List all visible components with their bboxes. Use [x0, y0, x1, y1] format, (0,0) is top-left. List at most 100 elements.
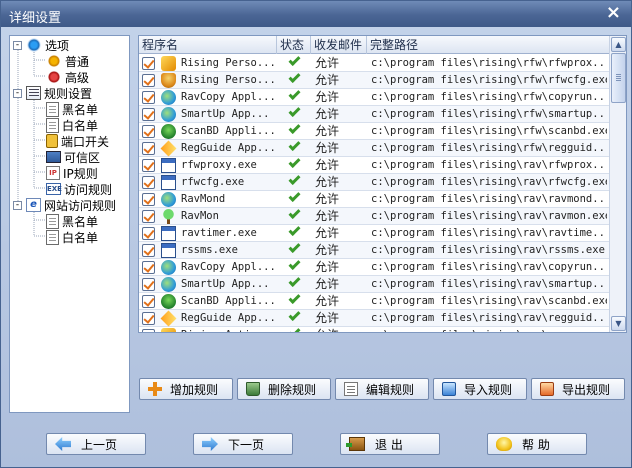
help-button[interactable]: 帮 助	[487, 433, 587, 455]
path-cell: c:\program files\rising\rav\scanbd.exe	[371, 295, 607, 307]
tree-item[interactable]: IP IP规则	[46, 165, 98, 181]
row-checkbox[interactable]	[142, 278, 155, 291]
status-check-icon	[288, 291, 301, 305]
table-row[interactable]: ravtimer.exe 允许 c:\program files\rising\ra…	[139, 223, 609, 242]
table-row[interactable]: SmartUp App... 允许 c:\program files\rising\…	[139, 104, 609, 123]
row-checkbox[interactable]	[142, 57, 155, 70]
window-icon	[161, 243, 176, 258]
status-check-icon	[288, 155, 301, 169]
scroll-thumb[interactable]	[611, 53, 626, 103]
tree-item[interactable]: 白名单	[46, 229, 98, 245]
tree-item-label: 白名单	[62, 118, 99, 133]
tree-item[interactable]: 普通	[46, 53, 89, 69]
path-cell: c:\program files\rising\rfw\smartup....	[371, 108, 607, 120]
row-checkbox[interactable]	[142, 193, 155, 206]
tree-collapse-icon[interactable]: -	[13, 41, 22, 50]
export-rule-button[interactable]: 导出规则	[531, 378, 625, 400]
column-header-program[interactable]: 程序名	[139, 36, 277, 54]
table-row[interactable]: RegGuide App... 允许 c:\program files\rising…	[139, 138, 609, 157]
tree-item-label: 选项	[45, 38, 70, 53]
row-checkbox[interactable]	[142, 312, 155, 325]
tree-item[interactable]: 黑名单	[46, 101, 98, 117]
import-rule-label: 导入规则	[464, 382, 513, 397]
row-checkbox[interactable]	[142, 142, 155, 155]
scroll-down-icon[interactable]: ▼	[611, 316, 626, 331]
next-page-button[interactable]: 下一页	[193, 433, 293, 455]
exit-label: 退 出	[375, 437, 403, 452]
green-shield-icon	[161, 294, 176, 309]
table-row[interactable]: RavCopy Appl... 允许 c:\program files\rising…	[139, 87, 609, 106]
add-rule-label: 增加规则	[170, 382, 219, 397]
row-checkbox[interactable]	[142, 125, 155, 138]
tree-item-label: 规则设置	[44, 86, 93, 101]
tree-item[interactable]: 选项	[26, 37, 69, 53]
row-checkbox[interactable]	[142, 159, 155, 172]
column-header-path[interactable]: 完整路径	[367, 36, 609, 54]
program-name-cell: RegGuide App...	[181, 142, 275, 154]
tree-item[interactable]: 黑名单	[46, 213, 98, 229]
table-row[interactable]: Rising Perso... 允许 c:\program files\rising…	[139, 53, 609, 72]
tree-item-label: 网站访问规则	[44, 198, 117, 213]
table-header: 程序名 状态 收发邮件 完整路径	[139, 36, 609, 54]
tree-item[interactable]: 可信区	[46, 149, 100, 165]
globe-icon	[161, 192, 176, 207]
next-page-label: 下一页	[228, 437, 265, 452]
status-check-icon	[288, 325, 301, 332]
table-row[interactable]: Rising Perso... 允许 c:\program files\rising…	[139, 70, 609, 89]
arrow-right-icon	[202, 437, 218, 451]
tree-item[interactable]: EXE 访问规则	[46, 181, 112, 197]
program-name-cell: Rising Perso...	[181, 57, 275, 69]
document-icon	[46, 101, 59, 117]
tree-collapse-icon[interactable]: -	[13, 201, 22, 210]
vertical-scrollbar[interactable]: ▲ ▼	[609, 36, 626, 332]
window-icon	[161, 175, 176, 190]
green-shield-icon	[161, 124, 176, 139]
row-checkbox[interactable]	[142, 210, 155, 223]
tree-collapse-icon[interactable]: -	[13, 89, 22, 98]
program-name-cell: Rising Perso...	[181, 74, 275, 86]
table-row[interactable]: RegGuide App... 允许 c:\program files\rising…	[139, 308, 609, 327]
table-row[interactable]: ScanBD Appli... 允许 c:\program files\rising…	[139, 121, 609, 140]
row-checkbox[interactable]	[142, 108, 155, 121]
table-row[interactable]: rfwcfg.exe 允许 c:\program files\rising\rav\…	[139, 172, 609, 191]
row-checkbox[interactable]	[142, 295, 155, 308]
row-checkbox[interactable]	[142, 74, 155, 87]
tree-item[interactable]: e 网站访问规则	[26, 197, 116, 213]
status-check-icon	[288, 274, 301, 288]
column-header-mail[interactable]: 收发邮件	[311, 36, 367, 54]
table-row[interactable]: RavCopy Appl... 允许 c:\program files\rising…	[139, 257, 609, 276]
export-icon	[540, 382, 554, 396]
tree-item[interactable]: 高级	[46, 69, 89, 85]
row-checkbox[interactable]	[142, 91, 155, 104]
row-checkbox[interactable]	[142, 176, 155, 189]
row-checkbox[interactable]	[142, 329, 155, 332]
program-name-cell: SmartUp App...	[181, 108, 270, 120]
row-checkbox[interactable]	[142, 244, 155, 257]
scroll-up-icon[interactable]: ▲	[611, 37, 626, 52]
add-rule-button[interactable]: 增加规则	[139, 378, 233, 400]
tree-item[interactable]: 规则设置	[26, 85, 92, 101]
exit-button[interactable]: 退 出	[340, 433, 440, 455]
window-icon	[161, 158, 176, 173]
tree-item[interactable]: 白名单	[46, 117, 98, 133]
table-row[interactable]: SmartUp App... 允许 c:\program files\rising\…	[139, 274, 609, 293]
row-checkbox[interactable]	[142, 227, 155, 240]
tree-item-label: 黑名单	[62, 214, 99, 229]
edit-rule-button[interactable]: 编辑规则	[335, 378, 429, 400]
row-checkbox[interactable]	[142, 261, 155, 274]
table-row[interactable]: RavMond 允许 c:\program files\rising\rav\rav…	[139, 189, 609, 208]
import-rule-button[interactable]: 导入规则	[433, 378, 527, 400]
tree-item-label: 高级	[65, 70, 90, 85]
program-name-cell: ScanBD Appli...	[181, 295, 275, 307]
table-row[interactable]: RavMon 允许 c:\program files\rising\rav\ravm…	[139, 206, 609, 225]
prev-page-button[interactable]: 上一页	[46, 433, 146, 455]
table-row[interactable]: rfwproxy.exe 允许 c:\program files\rising\ra…	[139, 155, 609, 174]
tree-item[interactable]: 端口开关	[46, 133, 109, 149]
table-row[interactable]: Rising Antiv... 允许 c:\program files\rising…	[139, 325, 609, 332]
delete-rule-button[interactable]: 删除规则	[237, 378, 331, 400]
column-header-status[interactable]: 状态	[277, 36, 311, 54]
close-icon[interactable]: ×	[606, 4, 621, 22]
table-row[interactable]: ScanBD Appli... 允许 c:\program files\rising…	[139, 291, 609, 310]
arrow-left-icon	[55, 437, 71, 451]
table-row[interactable]: rssms.exe 允许 c:\program files\rising\rav\r…	[139, 240, 609, 259]
